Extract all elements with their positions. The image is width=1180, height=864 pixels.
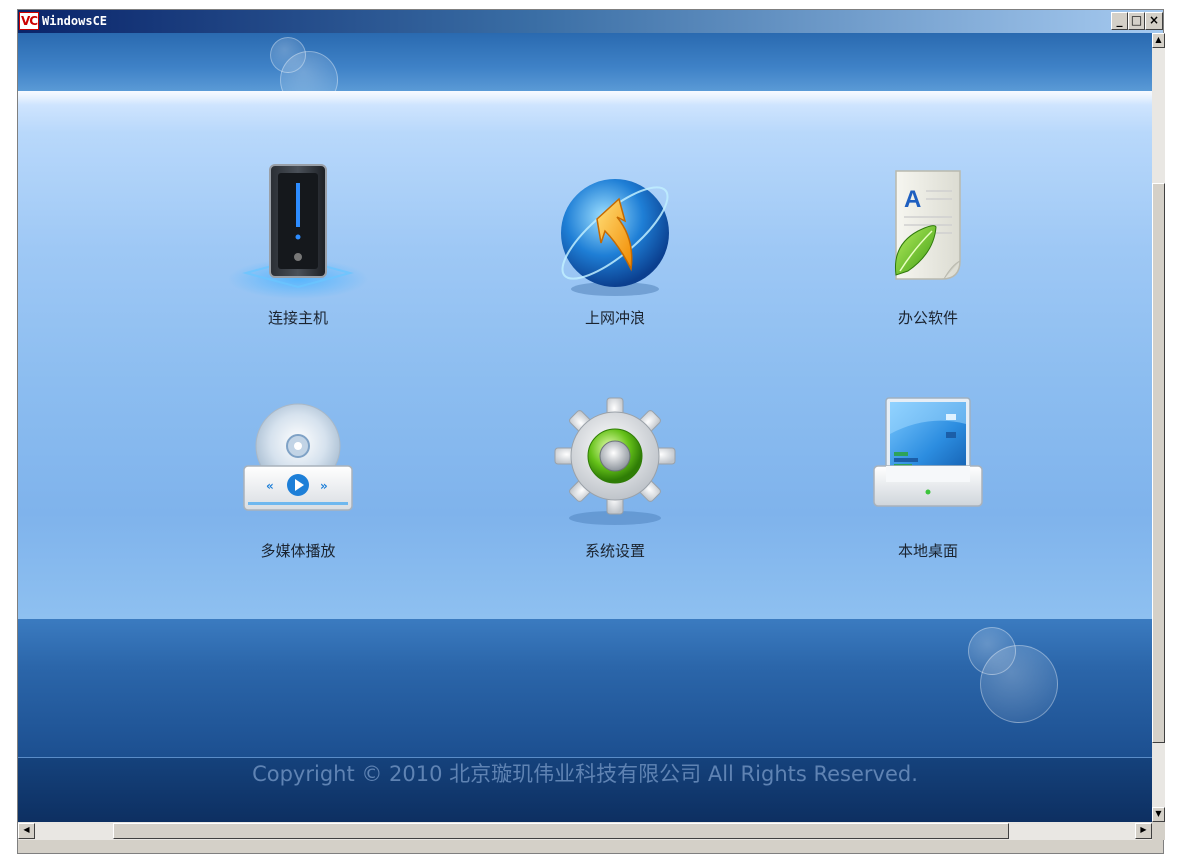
window-title: WindowsCE	[42, 14, 108, 28]
panel-sheen	[18, 91, 1152, 105]
tile-label: 上网冲浪	[584, 309, 645, 327]
vertical-scroll-thumb[interactable]	[1152, 183, 1165, 743]
app-icon[interactable]: VC	[19, 12, 39, 30]
windowsce-window: VC WindowsCE _ □ × 连接主机 上网冲浪 A 办公软件 « » …	[17, 9, 1165, 854]
scroll-up-button[interactable]: ▲	[1152, 33, 1165, 48]
tile-label: 办公软件	[897, 309, 958, 327]
globe-arrow-icon	[561, 179, 669, 296]
vertical-scrollbar[interactable]: ▲ ▼	[1152, 33, 1165, 822]
close-button[interactable]: ×	[1145, 12, 1163, 30]
scroll-down-button[interactable]: ▼	[1152, 807, 1165, 822]
media-disc-player-icon: « »	[243, 403, 353, 511]
tile-label: 系统设置	[584, 542, 645, 560]
tile-local-desktop[interactable]: 本地桌面	[818, 394, 1038, 604]
tile-label: 本地桌面	[897, 542, 958, 560]
tile-system-settings[interactable]: 系统设置	[505, 394, 725, 604]
document-leaf-icon: A	[894, 170, 961, 280]
tile-label: 连接主机	[267, 309, 328, 327]
horizontal-scrollbar[interactable]: ◀ ▶	[18, 822, 1152, 840]
gear-settings-icon	[554, 397, 676, 525]
launcher-content: 连接主机 上网冲浪 A 办公软件 « » 多媒体播放 系统设置 本地桌面 Cop…	[18, 33, 1152, 822]
svg-text:A: A	[904, 186, 921, 213]
copyright-text: Copyright © 2010 北京璇玑伟业科技有限公司 All Rights…	[252, 762, 918, 786]
tile-connect-host[interactable]: 连接主机	[188, 161, 408, 371]
footer-band	[18, 619, 1152, 757]
minimize-button[interactable]: _	[1111, 12, 1128, 30]
tile-label: 多媒体播放	[260, 542, 336, 560]
desktop-monitor-icon	[873, 397, 983, 507]
svg-text:«: «	[266, 479, 274, 493]
decor-bubble	[980, 645, 1058, 723]
app-grid-panel: 连接主机 上网冲浪 A 办公软件 « » 多媒体播放 系统设置 本地桌面	[18, 91, 1152, 619]
horizontal-scroll-thumb[interactable]	[113, 823, 1009, 839]
scroll-left-button[interactable]: ◀	[18, 823, 35, 839]
tile-office-software[interactable]: A 办公软件	[818, 161, 1038, 371]
server-tower-icon	[228, 164, 368, 299]
scroll-right-button[interactable]: ▶	[1135, 823, 1152, 839]
header-band	[18, 33, 1152, 109]
tile-web-browse[interactable]: 上网冲浪	[505, 161, 725, 371]
tile-multimedia[interactable]: « » 多媒体播放	[188, 394, 408, 604]
title-bar[interactable]: VC WindowsCE _ □ ×	[18, 10, 1163, 33]
maximize-button[interactable]: □	[1128, 12, 1145, 30]
svg-text:»: »	[320, 479, 328, 493]
resize-grip[interactable]	[1152, 822, 1165, 840]
